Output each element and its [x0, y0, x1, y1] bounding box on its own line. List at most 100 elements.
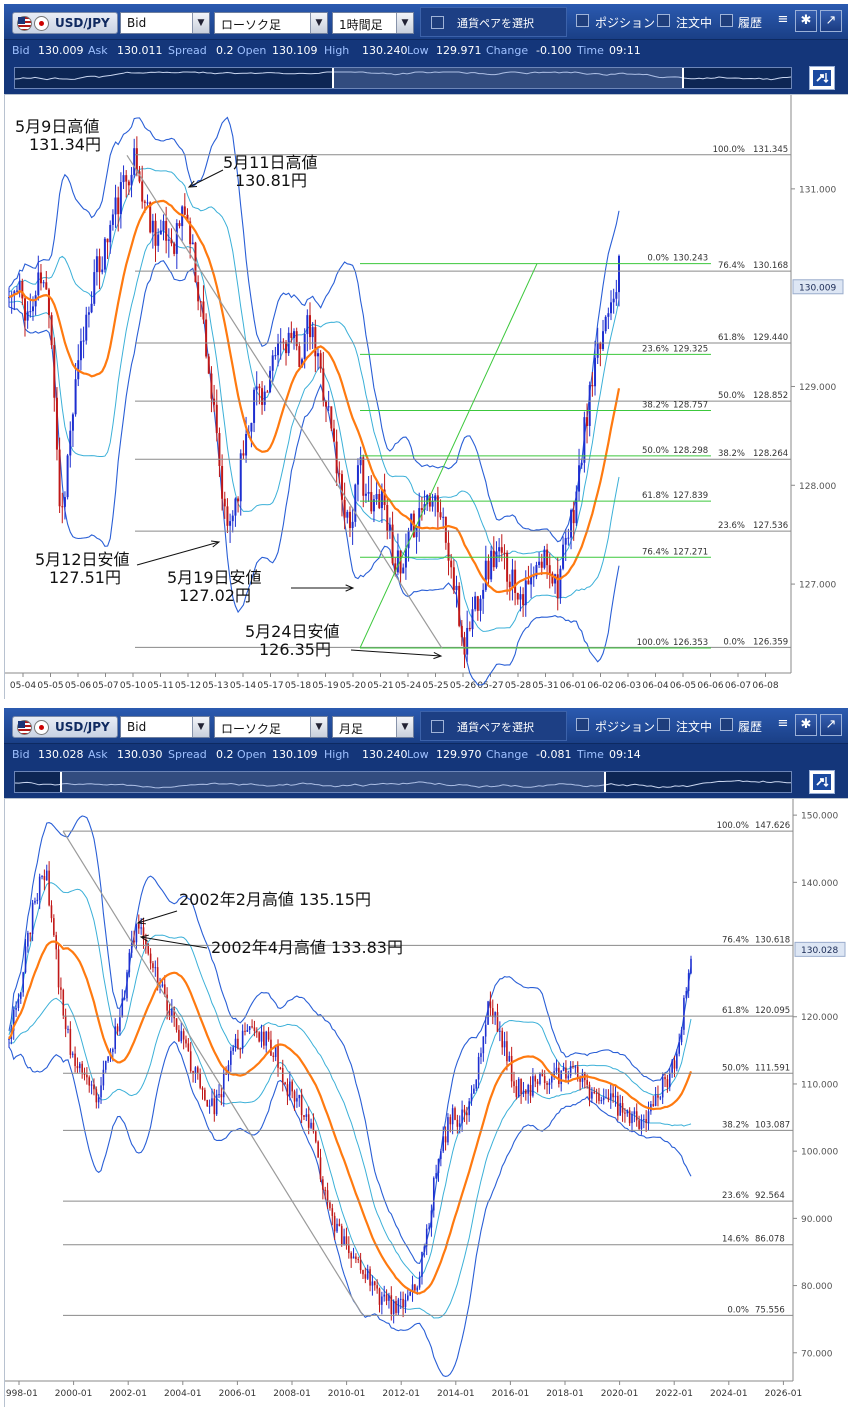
range-navigator[interactable] — [14, 67, 792, 89]
pair-select-checkbox[interactable] — [431, 16, 444, 29]
candle-body — [340, 1226, 343, 1245]
fib-green-pct: 61.8% — [642, 491, 669, 501]
candle-body — [223, 498, 226, 507]
candle-body — [284, 1082, 286, 1085]
candle-body — [635, 1111, 638, 1121]
toolbar: USD/JPY Bid ▼ ローソク足 ▼ 月足 ▼ 通貨ペアを選択 ポジション… — [4, 708, 848, 744]
price-chart[interactable]: 05-04 05-05 05-06 05-07 05-10 05-11 05-12 05-13… — [5, 95, 849, 700]
candle-body — [560, 1070, 563, 1085]
chart-area[interactable]: 05-04 05-05 05-06 05-07 05-10 05-11 05-12 05-13… — [4, 94, 849, 700]
swap-icon[interactable] — [809, 66, 835, 90]
x-tick-label: 05-25 — [422, 681, 448, 691]
fib-gray-pct: 14.6% — [722, 1235, 749, 1245]
candle-body — [220, 1094, 223, 1098]
candle-body — [258, 1032, 260, 1042]
chart-area[interactable]: 1998-01 2000-01 2002-01 2004-01 2006-01 2008-… — [0, 798, 849, 1408]
currency-pair-button[interactable]: USD/JPY — [12, 716, 118, 738]
candle-body — [71, 414, 74, 431]
candle-body — [71, 1053, 74, 1055]
candle-body — [189, 1051, 192, 1072]
candle-body — [95, 256, 98, 273]
history-checkbox[interactable] — [720, 718, 733, 731]
candle-body — [222, 1073, 225, 1098]
orders-checkbox[interactable] — [657, 718, 670, 731]
candle-body — [416, 1287, 419, 1291]
candle-body — [291, 1081, 293, 1092]
candle-body — [612, 298, 615, 303]
positions-checkbox[interactable] — [576, 718, 589, 731]
candle-body — [447, 542, 450, 561]
timeframe-select[interactable]: 月足 ▼ — [332, 716, 414, 738]
gear-icon[interactable]: ✱ — [795, 714, 817, 736]
candle-body — [338, 1223, 341, 1227]
candle-body — [501, 1030, 504, 1048]
chart-type-select[interactable]: ローソク足 ▼ — [214, 12, 328, 34]
price-chart[interactable]: 1998-01 2000-01 2002-01 2004-01 2006-01 2008-… — [0, 799, 849, 1408]
candle-body — [615, 292, 618, 299]
candle-body — [298, 346, 301, 367]
candle-body — [388, 524, 391, 532]
candle-body — [444, 1136, 447, 1143]
candle-body — [470, 1093, 473, 1102]
range-navigator[interactable] — [14, 771, 792, 793]
candle-body — [388, 1295, 390, 1301]
candle-body — [159, 230, 162, 235]
currency-pair-button[interactable]: USD/JPY — [12, 12, 118, 34]
orders-checkbox[interactable] — [657, 14, 670, 27]
candle-body — [418, 1276, 421, 1288]
swap-icon[interactable] — [809, 770, 835, 794]
chart-type-select[interactable]: ローソク足 ▼ — [214, 716, 328, 738]
fib-gray-pct: 61.8% — [718, 333, 745, 343]
candle-body — [192, 1071, 194, 1073]
pair-select-button[interactable]: 通貨ペアを選択 — [420, 711, 567, 741]
candle-body — [21, 281, 24, 299]
pair-select-checkbox[interactable] — [431, 720, 444, 733]
jp-flag-icon — [34, 720, 49, 735]
candle-body — [596, 342, 599, 358]
candle-body — [359, 1259, 362, 1271]
candle-body — [281, 1068, 284, 1083]
candle-body — [168, 1010, 171, 1016]
stat-label: Spread — [168, 44, 207, 57]
candle-body — [423, 1246, 426, 1252]
timeframe-select[interactable]: 1時間足 ▼ — [332, 12, 414, 34]
stat-label: Bid — [12, 44, 30, 57]
list-icon[interactable]: ≡ — [775, 714, 791, 736]
candle-body — [42, 282, 45, 284]
fib-gray-pct: 61.8% — [722, 1006, 749, 1016]
expand-icon[interactable]: ↗ — [820, 714, 842, 736]
y-tick-label: 127.000 — [799, 581, 836, 591]
expand-icon[interactable]: ↗ — [820, 10, 842, 32]
chevron-down-icon: ▼ — [396, 717, 413, 737]
fib-gray-pct: 50.0% — [718, 391, 745, 401]
candle-body — [237, 498, 240, 502]
fib-gray-value: 75.556 — [755, 1305, 785, 1315]
candle-body — [638, 1120, 640, 1129]
candle-body — [322, 368, 325, 402]
candle-body — [447, 1117, 449, 1143]
candle-body — [654, 1095, 657, 1106]
candle-body — [201, 1087, 204, 1090]
candle-body — [331, 1208, 334, 1216]
fib-gray-pct: 76.4% — [722, 935, 749, 945]
fib-gray-pct: 76.4% — [718, 261, 745, 271]
price-type-select[interactable]: Bid ▼ — [120, 12, 210, 34]
candle-body — [456, 1119, 459, 1127]
candle-body — [612, 1093, 614, 1098]
list-icon[interactable]: ≡ — [775, 10, 791, 32]
candle-body — [520, 1078, 522, 1094]
fib-green-pct: 23.6% — [642, 344, 669, 354]
candle-body — [241, 1030, 244, 1049]
fib-green-pct: 100.0% — [637, 638, 669, 648]
candle-body — [199, 301, 202, 303]
history-checkbox[interactable] — [720, 14, 733, 27]
candle-body — [539, 1073, 541, 1084]
x-tick-label: 05-26 — [450, 681, 476, 691]
gear-icon[interactable]: ✱ — [795, 10, 817, 32]
navigator-bar — [4, 766, 848, 798]
price-type-select[interactable]: Bid ▼ — [120, 716, 210, 738]
x-tick-label: 05-27 — [477, 681, 503, 691]
positions-checkbox[interactable] — [576, 14, 589, 27]
pair-select-button[interactable]: 通貨ペアを選択 — [420, 7, 567, 37]
candle-body — [303, 334, 306, 360]
